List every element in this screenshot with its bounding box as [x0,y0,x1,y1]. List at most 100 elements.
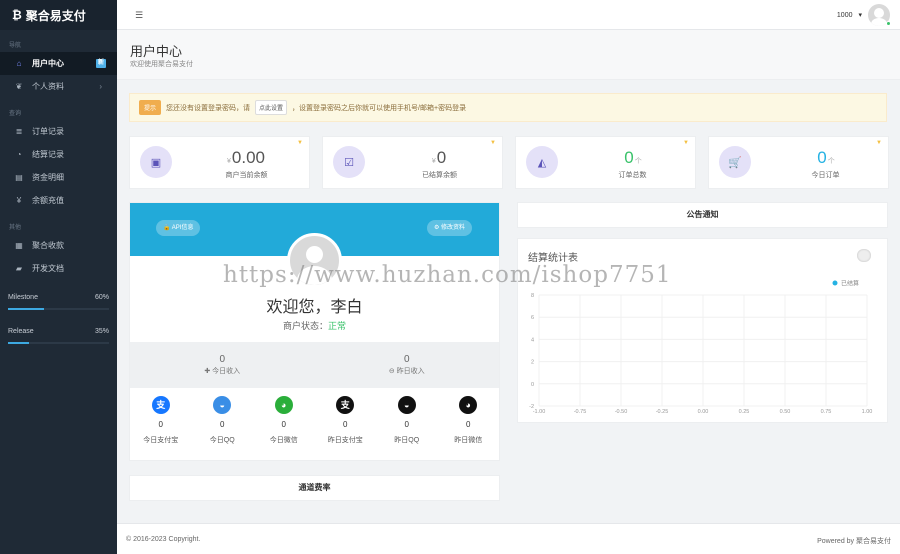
payment-label: 今日微信 [269,437,298,444]
money-icon-glyph: ▣ [150,156,162,169]
sidebar-item[interactable]: ⌂ 用户中心 新 [0,52,117,75]
x-tick-label: -0.50 [615,409,628,415]
stat-value: 0个 [570,148,695,168]
brand-logo[interactable]: ₿ 聚合易支付 [0,0,117,30]
progress-milestone: Milestone 60% [0,286,117,320]
checkbox-icon-glyph: ☑ [344,156,354,169]
income-yesterday: 0 ⊖ 昨日收入 [315,342,500,388]
stat-prefix: ¥ [431,158,436,165]
notice-tag: 提示 [139,100,162,115]
payment-channel: ◒ 0 今日QQ [192,396,254,445]
profile-card: 🔒 API信息 ⚙ 修改资料 欢迎您，李白 商户状态：正常 0 ✚ 今日收入 0 ⊖… [129,202,500,461]
sidebar-item[interactable]: ❦ 个人资料 › [0,75,117,98]
stat-value: ¥0 [377,148,502,168]
legend-marker [832,280,838,286]
stat-label: 订单总数 [618,172,647,179]
income-yesterday-value: 0 [403,354,410,365]
status-value: 正常 [328,321,347,331]
pie-icon: ◔ [16,150,22,159]
stat-card: ▼ 🛒 0个 今日订单 [708,136,889,189]
copyright: © 2016-2023 Copyright. [126,536,201,543]
income-yesterday-label: ⊖ 昨日收入 [388,368,425,375]
welcome-text: 欢迎您，李白 [266,299,363,316]
x-tick-label: 0.25 [739,409,750,415]
status-label: 商户状态： [282,321,328,331]
stat-number: 0 [817,148,827,167]
payment-label: 今日QQ [209,437,235,444]
sidebar-item[interactable]: ▰ 开发文档 [0,257,117,280]
leaf-icon: ❦ [15,82,23,91]
notice-banner: 提示 您还没有设置登录密码，请 点此设置 ，设置登录密码之后你就可以使用手机号/… [129,93,887,122]
money-icon: ▣ [140,146,172,178]
sidebar-item[interactable]: ¥ 余额充值 [0,189,117,212]
sidebar-item-label: 订单记录 [32,127,64,136]
stat-prefix: ¥ [227,158,231,165]
user-menu[interactable]: 1000 ▾ [837,4,890,26]
footer: © 2016-2023 Copyright. Powered by 聚合易支付 [117,523,900,554]
new-badge: 新 [96,59,106,68]
payment-channel: ◕ 0 昨日微信 [438,396,500,445]
payment-label: 昨日支付宝 [327,437,363,444]
bitcoin-icon: ₿ [12,8,22,22]
y-tick-label: 2 [531,360,534,366]
edit-profile-button[interactable]: ⚙ 修改资料 [426,220,472,236]
payment-label: 昨日微信 [454,437,483,444]
user-id: 1000 [836,11,853,19]
payment-channels: 支 0 今日支付宝 ◒ 0 今日QQ ◕ 0 今日微信 支 0 昨日支付宝 ◒ 0 昨日… [130,396,499,445]
home-icon: ⌂ [16,59,22,68]
payment-value: 0 [220,420,225,429]
income-summary: 0 ✚ 今日收入 0 ⊖ 昨日收入 [130,342,499,388]
progress-percent: 35% [94,328,109,335]
stat-value: 0个 [763,148,888,168]
online-status-dot [886,21,891,26]
sidebar-item[interactable]: ≣ 订单记录 [0,120,117,143]
merchant-status: 商户状态：正常 [130,319,499,332]
sidebar-item-label: 个人资料 [32,82,64,91]
stat-number: 0.00 [231,148,265,167]
set-password-button[interactable]: 点此设置 [255,100,288,115]
announcement-panel[interactable]: 公告通知 [517,202,888,228]
progress-label: Milestone [8,294,38,301]
income-today-label: ✚ 今日收入 [204,368,241,375]
sidebar-item[interactable]: ◔ 结算记录 [0,143,117,166]
stat-number: 0 [436,148,447,167]
progress-track [8,342,109,344]
nav-section-title: 导航 [9,43,22,49]
wechat-icon: ◕ [459,396,478,414]
notice-text: 您还没有设置登录密码，请 [166,104,251,112]
sidebar-item-label: 开发文档 [32,264,64,273]
payment-channel: 支 0 昨日支付宝 [315,396,377,445]
payment-label: 昨日QQ [394,437,420,444]
x-tick-label: 1.00 [862,409,873,415]
nav-section-title: 查询 [9,111,22,117]
payment-value: 0 [343,420,348,429]
api-info-button[interactable]: 🔒 API信息 [156,220,201,236]
stat-label: 已结算余额 [422,172,457,179]
x-tick-label: -0.25 [656,409,669,415]
x-tick-label: -0.75 [574,409,587,415]
area-chart-icon-glyph: ◭ [537,156,547,169]
channel-rates-panel[interactable]: 通道费率 [129,475,500,501]
qrcode-icon: ▦ [15,241,23,250]
sidebar-item-label: 聚合收款 [32,241,64,250]
corner-caret-icon: ▼ [683,140,689,146]
x-tick-label: 0.00 [698,409,709,415]
corner-caret-icon: ▼ [297,140,303,146]
sidebar-item[interactable]: ▤ 资金明细 [0,166,117,189]
page-header: 用户中心 欢迎使用聚合易支付 [117,30,900,80]
legend-label: 已结算 [841,280,859,288]
sidebar-progress: Milestone 60% Release 35% [0,286,117,354]
sidebar-item[interactable]: ▦ 聚合收款 [0,234,117,257]
checkbox-icon: ☑ [333,146,365,178]
book-icon: ▰ [15,264,23,273]
y-tick-label: 4 [531,337,534,343]
menu-toggle-icon[interactable]: ☰ [135,10,143,21]
cart-icon: 🛒 [719,146,751,178]
progress-fill [8,308,45,310]
payment-channel: 支 0 今日支付宝 [130,396,192,445]
x-tick-label: -1.00 [533,409,546,415]
brand-name: 聚合易支付 [25,8,86,23]
yen-icon: ¥ [16,196,22,205]
payment-channel: ◒ 0 昨日QQ [376,396,438,445]
topbar: ☰ 1000 ▾ [117,0,900,30]
